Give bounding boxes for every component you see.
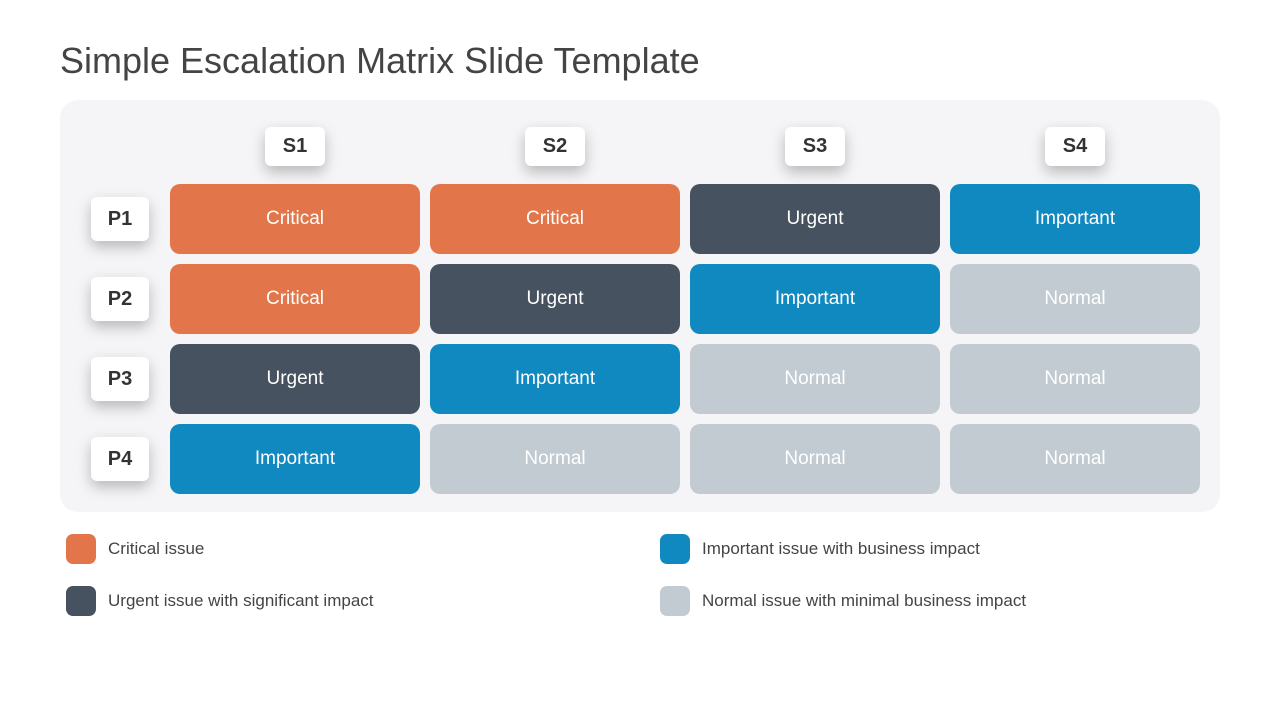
row-header-wrap: P4 (80, 424, 160, 494)
col-header-s4: S4 (1045, 127, 1105, 166)
row-header-wrap: P1 (80, 184, 160, 254)
legend-item-urgent: Urgent issue with significant impact (66, 586, 620, 616)
cell-p1-s4: Important (950, 184, 1200, 254)
row-header-p4: P4 (91, 437, 149, 481)
col-header-s1: S1 (265, 127, 325, 166)
cell-p3-s1: Urgent (170, 344, 420, 414)
cell-p3-s4: Normal (950, 344, 1200, 414)
cell-p2-s3: Important (690, 264, 940, 334)
escalation-matrix: S1 S2 S3 S4 P1 Critical Critical Urgent … (80, 118, 1200, 494)
row-header-p3: P3 (91, 357, 149, 401)
cell-p3-s2: Important (430, 344, 680, 414)
col-header-s3: S3 (785, 127, 845, 166)
swatch-urgent-icon (66, 586, 96, 616)
row-header-p1: P1 (91, 197, 149, 241)
legend-item-important: Important issue with business impact (660, 534, 1214, 564)
swatch-normal-icon (660, 586, 690, 616)
col-header-wrap: S3 (690, 118, 940, 174)
cell-p4-s2: Normal (430, 424, 680, 494)
cell-p1-s2: Critical (430, 184, 680, 254)
cell-p2-s2: Urgent (430, 264, 680, 334)
cell-p2-s1: Critical (170, 264, 420, 334)
col-header-wrap: S2 (430, 118, 680, 174)
cell-p3-s3: Normal (690, 344, 940, 414)
swatch-critical-icon (66, 534, 96, 564)
col-header-s2: S2 (525, 127, 585, 166)
row-header-wrap: P3 (80, 344, 160, 414)
slide-title: Simple Escalation Matrix Slide Template (60, 40, 1220, 82)
row-header-p2: P2 (91, 277, 149, 321)
cell-p4-s1: Important (170, 424, 420, 494)
legend-item-critical: Critical issue (66, 534, 620, 564)
row-header-wrap: P2 (80, 264, 160, 334)
legend-label: Normal issue with minimal business impac… (702, 591, 1026, 611)
swatch-important-icon (660, 534, 690, 564)
cell-p4-s4: Normal (950, 424, 1200, 494)
legend-label: Critical issue (108, 539, 204, 559)
matrix-panel: S1 S2 S3 S4 P1 Critical Critical Urgent … (60, 100, 1220, 512)
legend: Critical issue Important issue with busi… (60, 534, 1220, 616)
cell-p1-s1: Critical (170, 184, 420, 254)
cell-p2-s4: Normal (950, 264, 1200, 334)
col-header-wrap: S1 (170, 118, 420, 174)
cell-p4-s3: Normal (690, 424, 940, 494)
legend-label: Important issue with business impact (702, 539, 980, 559)
legend-label: Urgent issue with significant impact (108, 591, 374, 611)
col-header-wrap: S4 (950, 118, 1200, 174)
legend-item-normal: Normal issue with minimal business impac… (660, 586, 1214, 616)
cell-p1-s3: Urgent (690, 184, 940, 254)
